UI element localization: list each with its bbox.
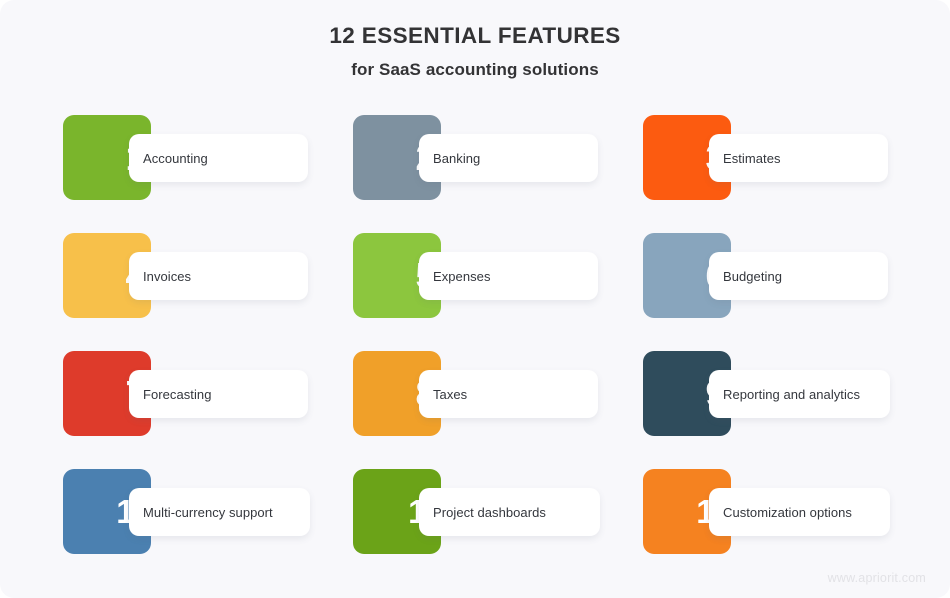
feature-label-card[interactable]: Budgeting [709, 252, 888, 300]
feature-label: Customization options [723, 504, 852, 520]
feature-item[interactable]: 9Reporting and analytics [643, 351, 933, 436]
feature-label: Expenses [433, 268, 491, 284]
feature-label: Banking [433, 150, 481, 166]
feature-item[interactable]: 7Forecasting [63, 351, 353, 436]
feature-label: Invoices [143, 268, 192, 284]
feature-item[interactable]: 11Project dashboards [353, 469, 643, 554]
feature-label-card[interactable]: Customization options [709, 488, 890, 536]
feature-label-card[interactable]: Invoices [129, 252, 308, 300]
features-grid: 1Accounting2Banking3Estimates4Invoices5E… [63, 115, 890, 587]
page-subtitle: for SaaS accounting solutions [351, 60, 599, 80]
feature-label: Project dashboards [433, 504, 546, 520]
feature-label: Forecasting [143, 386, 212, 402]
feature-item[interactable]: 4Invoices [63, 233, 353, 318]
feature-label-card[interactable]: Banking [419, 134, 598, 182]
header: 12 ESSENTIAL FEATURES for SaaS accountin… [0, 0, 950, 80]
feature-label-card[interactable]: Estimates [709, 134, 888, 182]
feature-label-card[interactable]: Multi-currency support [129, 488, 310, 536]
feature-label: Estimates [723, 150, 781, 166]
feature-item[interactable]: 12Customization options [643, 469, 933, 554]
page-title: 12 ESSENTIAL FEATURES [329, 23, 621, 48]
feature-label-card[interactable]: Accounting [129, 134, 308, 182]
feature-label: Multi-currency support [143, 504, 273, 520]
feature-label: Accounting [143, 150, 208, 166]
infographic-poster: 12 ESSENTIAL FEATURES for SaaS accountin… [0, 0, 950, 598]
feature-item[interactable]: 3Estimates [643, 115, 933, 200]
feature-label: Taxes [433, 386, 468, 402]
feature-label-card[interactable]: Taxes [419, 370, 598, 418]
feature-item[interactable]: 2Banking [353, 115, 643, 200]
feature-item[interactable]: 6Budgeting [643, 233, 933, 318]
feature-label-card[interactable]: Reporting and analytics [709, 370, 890, 418]
feature-label: Reporting and analytics [723, 386, 861, 402]
feature-label-card[interactable]: Project dashboards [419, 488, 600, 536]
feature-item[interactable]: 5Expenses [353, 233, 643, 318]
feature-label-card[interactable]: Expenses [419, 252, 598, 300]
feature-label: Budgeting [723, 268, 783, 284]
feature-label-card[interactable]: Forecasting [129, 370, 308, 418]
footer-watermark: www.apriorit.com [827, 571, 926, 585]
feature-item[interactable]: 8Taxes [353, 351, 643, 436]
feature-item[interactable]: 1Accounting [63, 115, 353, 200]
feature-item[interactable]: 10Multi-currency support [63, 469, 353, 554]
